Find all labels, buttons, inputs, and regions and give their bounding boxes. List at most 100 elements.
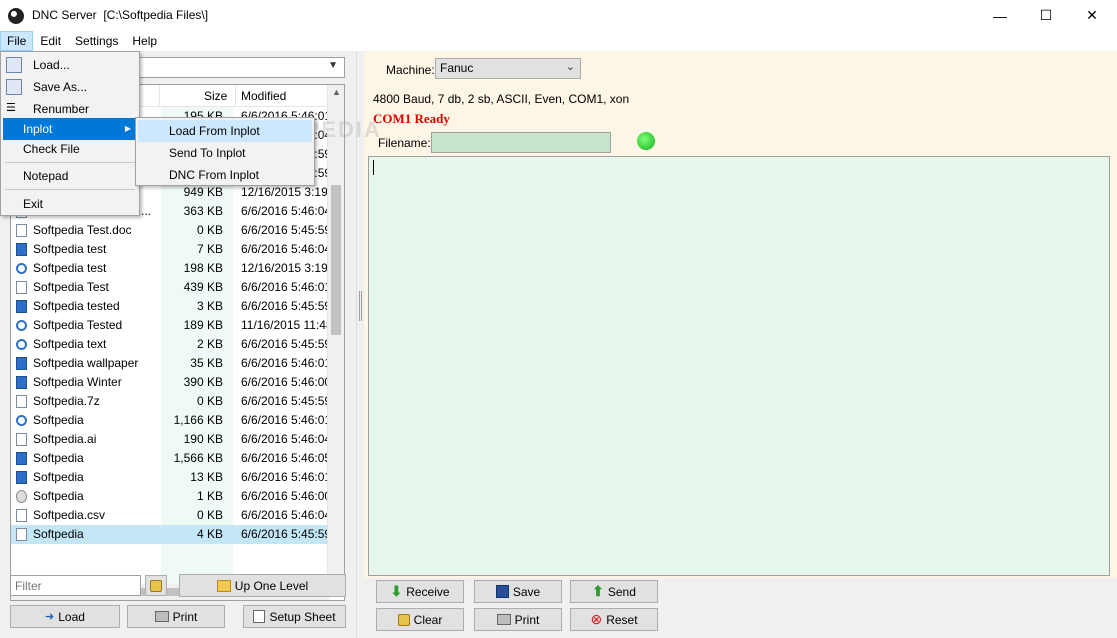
maximize-button[interactable]: ☐ — [1023, 0, 1069, 31]
arrow-down-icon: ⬇ — [390, 583, 403, 599]
table-row[interactable]: Softpedia text 2 KB 6/6/2016 5:45:59 — [11, 335, 331, 354]
sheet-icon — [253, 610, 266, 623]
menu-item-save-as[interactable]: Save As... — [3, 76, 137, 98]
load-arrow-icon: ➜ — [45, 611, 55, 623]
table-row[interactable]: Softpedia 13 KB 6/6/2016 5:46:01 — [11, 468, 331, 487]
disc-file-icon — [16, 263, 27, 274]
up-one-level-button[interactable]: Up One Level — [179, 574, 346, 597]
scroll-up-icon[interactable]: ▲ — [332, 87, 341, 97]
status-led-icon — [637, 132, 655, 150]
minimize-button[interactable]: — — [977, 0, 1023, 31]
scrollbar-thumb[interactable] — [331, 185, 341, 335]
column-header-size[interactable]: Size — [204, 89, 227, 103]
arrow-up-icon: ⬆ — [592, 583, 604, 599]
file-menu: Load... Save As... ☰ Renumber Inplot ▶ C… — [0, 51, 140, 216]
menu-item-notepad[interactable]: Notepad — [3, 165, 137, 187]
menu-item-load-from-inplot[interactable]: Load From Inplot — [138, 120, 312, 142]
printer-icon — [496, 614, 511, 625]
dnc-button-bar: ⬇ Receive Save ⬆ Send Clear Print ⊗ Rese… — [364, 578, 1117, 638]
table-row[interactable]: Softpedia test 198 KB 12/16/2015 3:19: — [11, 259, 329, 278]
clear-button[interactable]: Clear — [376, 608, 464, 631]
machine-select[interactable]: Fanuc ⌄ — [435, 58, 581, 79]
file-icon — [16, 509, 27, 522]
menu-item-exit[interactable]: Exit — [3, 193, 137, 215]
filename-label: Filename: — [378, 136, 431, 150]
minimize-icon: — — [993, 7, 1007, 24]
program-editor[interactable] — [368, 156, 1110, 576]
broom-icon — [150, 579, 162, 592]
filename-field[interactable] — [431, 132, 611, 153]
app-icon — [8, 8, 24, 24]
image-file-icon — [16, 471, 27, 484]
splitter-grip-icon[interactable] — [359, 291, 362, 321]
clear-filter-button[interactable] — [145, 575, 167, 596]
image-file-icon — [16, 376, 27, 389]
table-row[interactable]: Softpedia wallpaper 35 KB 6/6/2016 5:46:01 — [11, 354, 331, 373]
send-button[interactable]: ⬆ Send — [570, 580, 658, 603]
inplot-submenu: Load From Inplot Send To Inplot DNC From… — [135, 117, 315, 186]
folder-icon — [6, 57, 22, 73]
table-row[interactable]: Softpedia Winter 390 KB 6/6/2016 5:46:00 — [11, 373, 331, 392]
image-file-icon — [16, 243, 27, 256]
submenu-arrow-icon: ▶ — [124, 124, 131, 133]
menu-item-load[interactable]: Load... — [3, 54, 137, 76]
menu-edit[interactable]: Edit — [33, 31, 68, 51]
menu-item-send-to-inplot[interactable]: Send To Inplot — [138, 142, 312, 164]
port-settings: 4800 Baud, 7 db, 2 sb, ASCII, Even, COM1… — [373, 92, 630, 106]
print-program-button[interactable]: Print — [474, 608, 562, 631]
filter-input[interactable] — [10, 575, 141, 596]
floppy-disk-icon — [495, 585, 509, 598]
menu-separator — [5, 189, 135, 190]
title-bar: DNC Server [C:\Softpedia Files\] — ☐ ✕ — [0, 0, 1117, 31]
close-icon: ✕ — [1086, 7, 1098, 23]
table-row[interactable]: Softpedia Test 439 KB 6/6/2016 5:46:01 — [11, 278, 331, 297]
com-status: COM1 Ready — [373, 111, 450, 126]
chevron-down-icon: ▼ — [328, 60, 338, 71]
receive-button[interactable]: ⬇ Receive — [376, 580, 464, 603]
menu-item-renumber[interactable]: ☰ Renumber — [3, 98, 137, 120]
table-row[interactable]: Softpedia 1 KB 6/6/2016 5:46:00 — [11, 487, 331, 506]
table-row[interactable]: Softpedia.ai 190 KB 6/6/2016 5:46:04 — [11, 430, 331, 449]
image-file-icon — [16, 357, 27, 370]
menu-item-inplot[interactable]: Inplot ▶ — [3, 118, 137, 140]
column-separator — [159, 85, 160, 107]
menu-bar: File Edit Settings Help — [0, 31, 1117, 51]
file-icon — [16, 433, 27, 446]
menu-file[interactable]: File — [0, 31, 34, 51]
disc-file-icon — [16, 415, 27, 426]
table-row[interactable]: Softpedia tested 3 KB 6/6/2016 5:45:59 — [11, 297, 331, 316]
print-button[interactable]: Print — [127, 605, 225, 628]
pdf-file-icon — [16, 281, 27, 294]
menu-settings[interactable]: Settings — [68, 31, 125, 51]
column-header-modified[interactable]: Modified — [241, 89, 286, 103]
vertical-scrollbar[interactable]: ▲ ▼ — [327, 85, 344, 585]
load-button[interactable]: ➜ Load — [10, 605, 120, 628]
menu-help[interactable]: Help — [125, 31, 164, 51]
setup-sheet-button[interactable]: Setup Sheet — [243, 605, 346, 628]
close-button[interactable]: ✕ — [1069, 0, 1115, 31]
menu-item-check-file[interactable]: Check File — [3, 138, 137, 160]
menu-separator — [5, 162, 135, 163]
image-file-icon — [16, 300, 27, 313]
column-separator — [235, 85, 236, 107]
printer-icon — [154, 611, 169, 622]
table-row[interactable]: Softpedia Tested 189 KB 11/16/2015 11:48 — [11, 316, 329, 335]
table-row[interactable]: Softpedia test 7 KB 6/6/2016 5:46:04 — [11, 240, 331, 259]
table-row[interactable]: Softpedia Test.doc 0 KB 6/6/2016 5:45:59 — [11, 221, 331, 240]
menu-item-dnc-from-inplot[interactable]: DNC From Inplot — [138, 164, 312, 186]
table-row[interactable]: Softpedia.csv 0 KB 6/6/2016 5:46:04 — [11, 506, 331, 525]
disc-file-icon — [16, 320, 27, 331]
reset-button[interactable]: ⊗ Reset — [570, 608, 658, 631]
document-icon — [16, 528, 27, 541]
broom-icon — [397, 613, 410, 626]
dnc-panel: Machine: Fanuc ⌄ 4800 Baud, 7 db, 2 sb, … — [364, 51, 1117, 638]
file-icon — [16, 395, 27, 408]
save-button[interactable]: Save — [474, 580, 562, 603]
table-row[interactable]: Softpedia 1,166 KB 6/6/2016 5:46:01 — [11, 411, 331, 430]
gear-icon — [16, 490, 27, 503]
table-row[interactable]: Softpedia.7z 0 KB 6/6/2016 5:45:59 — [11, 392, 331, 411]
window-title: DNC Server [C:\Softpedia Files\] — [32, 8, 209, 22]
table-row[interactable]: Softpedia 4 KB 6/6/2016 5:45:59 — [11, 525, 331, 544]
chevron-down-icon: ⌄ — [565, 61, 575, 73]
table-row[interactable]: Softpedia 1,566 KB 6/6/2016 5:46:05 — [11, 449, 331, 468]
